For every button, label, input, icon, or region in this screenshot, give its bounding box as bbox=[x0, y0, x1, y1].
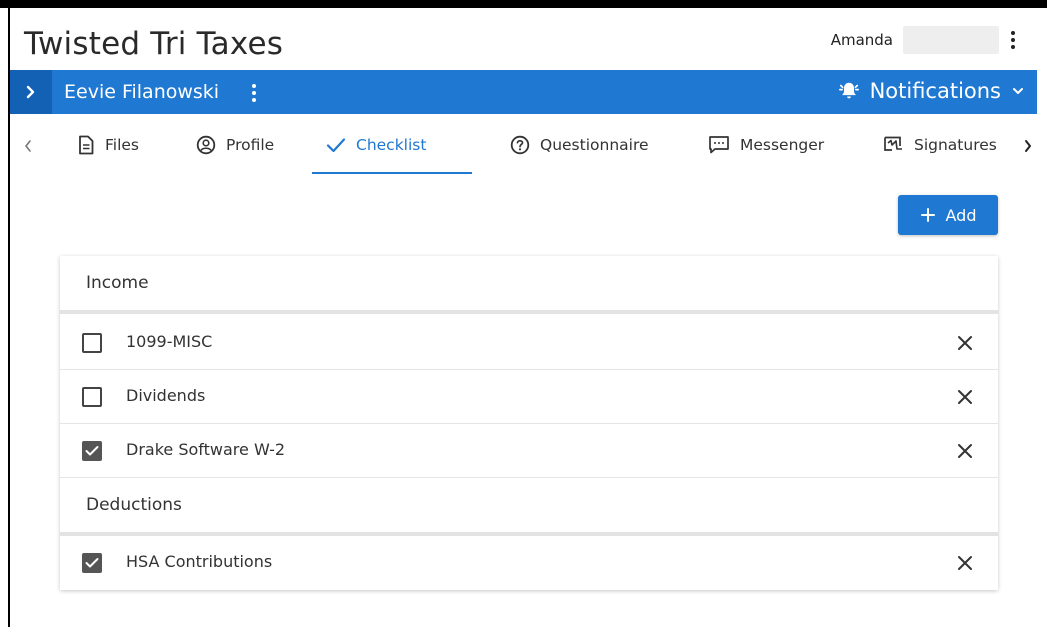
check-icon bbox=[326, 138, 346, 153]
checklist-card: Income 1099-MISC Dividends Drake Softwar… bbox=[60, 256, 998, 590]
close-icon bbox=[958, 336, 972, 350]
check-icon bbox=[85, 558, 99, 568]
add-button-label: Add bbox=[945, 205, 977, 225]
sidebar-toggle-button[interactable] bbox=[10, 70, 52, 114]
tab-signatures[interactable]: Signatures bbox=[868, 116, 1011, 174]
tab-checklist[interactable]: Checklist bbox=[312, 116, 472, 174]
remove-item-button[interactable] bbox=[954, 386, 976, 408]
tab-files-label: Files bbox=[105, 136, 140, 154]
user-more-icon[interactable] bbox=[1005, 28, 1021, 52]
message-icon bbox=[709, 136, 729, 154]
item-checkbox[interactable] bbox=[82, 333, 102, 353]
item-label: 1099-MISC bbox=[126, 332, 213, 351]
app-title: Twisted Tri Taxes bbox=[24, 26, 284, 62]
remove-item-button[interactable] bbox=[954, 440, 976, 462]
notifications-button[interactable]: Notifications bbox=[838, 79, 1025, 103]
checklist-item: Drake Software W-2 bbox=[60, 424, 998, 478]
tab-files[interactable]: Files bbox=[63, 116, 153, 174]
active-tab-indicator bbox=[312, 172, 472, 174]
check-icon bbox=[85, 446, 99, 456]
tab-profile[interactable]: Profile bbox=[182, 116, 288, 174]
item-checkbox-checked[interactable] bbox=[82, 441, 102, 461]
chevron-left-icon bbox=[25, 140, 31, 152]
checklist-item: HSA Contributions bbox=[60, 536, 998, 590]
client-bar: Eevie Filanowski Notifications bbox=[10, 70, 1037, 114]
user-name: Amanda bbox=[830, 31, 893, 49]
tab-messenger[interactable]: Messenger bbox=[694, 116, 838, 174]
item-label: Dividends bbox=[126, 386, 206, 405]
plus-icon bbox=[920, 208, 935, 222]
window-top-border bbox=[0, 0, 1047, 8]
tab-scroll-left-button[interactable] bbox=[18, 134, 38, 158]
app-header: Twisted Tri Taxes Amanda bbox=[10, 14, 1037, 70]
user-menu: Amanda bbox=[831, 26, 1021, 54]
chevron-right-icon bbox=[1025, 140, 1031, 152]
item-checkbox[interactable] bbox=[82, 387, 102, 407]
add-checklist-item-button[interactable]: Add bbox=[898, 195, 998, 235]
client-name[interactable]: Eevie Filanowski bbox=[64, 81, 219, 103]
user-circle-icon bbox=[196, 135, 216, 155]
chevron-right-icon bbox=[26, 85, 35, 99]
file-icon bbox=[79, 135, 94, 155]
tab-signatures-label: Signatures bbox=[914, 136, 997, 154]
tab-scroll-right-button[interactable] bbox=[1018, 134, 1038, 158]
signature-icon bbox=[884, 136, 902, 151]
remove-item-button[interactable] bbox=[954, 552, 976, 574]
item-label: Drake Software W-2 bbox=[126, 440, 286, 459]
section-header-deductions: Deductions bbox=[60, 478, 998, 536]
remove-item-button[interactable] bbox=[954, 332, 976, 354]
item-label: HSA Contributions bbox=[126, 552, 273, 571]
redacted-user-surname bbox=[903, 26, 999, 54]
bell-ringing-icon bbox=[838, 82, 859, 99]
checklist-item: Dividends bbox=[60, 370, 998, 424]
item-checkbox-checked[interactable] bbox=[82, 553, 102, 573]
chevron-down-icon bbox=[1013, 88, 1023, 94]
app-window: Twisted Tri Taxes Amanda Eevie Filanowsk… bbox=[0, 0, 1047, 627]
close-icon bbox=[958, 444, 972, 458]
tab-bar: Files Profile Checklist Questionnaire Me… bbox=[10, 116, 1037, 174]
section-header-income: Income bbox=[60, 256, 998, 314]
tab-messenger-label: Messenger bbox=[740, 136, 825, 154]
close-icon bbox=[958, 556, 972, 570]
tab-questionnaire[interactable]: Questionnaire bbox=[496, 116, 663, 174]
notifications-label: Notifications bbox=[869, 79, 1001, 103]
question-circle-icon bbox=[510, 135, 530, 155]
close-icon bbox=[958, 390, 972, 404]
checklist-item: 1099-MISC bbox=[60, 316, 998, 370]
tab-profile-label: Profile bbox=[226, 136, 275, 154]
tab-questionnaire-label: Questionnaire bbox=[540, 136, 649, 154]
tab-checklist-label: Checklist bbox=[356, 136, 427, 154]
client-more-icon[interactable] bbox=[248, 82, 260, 104]
